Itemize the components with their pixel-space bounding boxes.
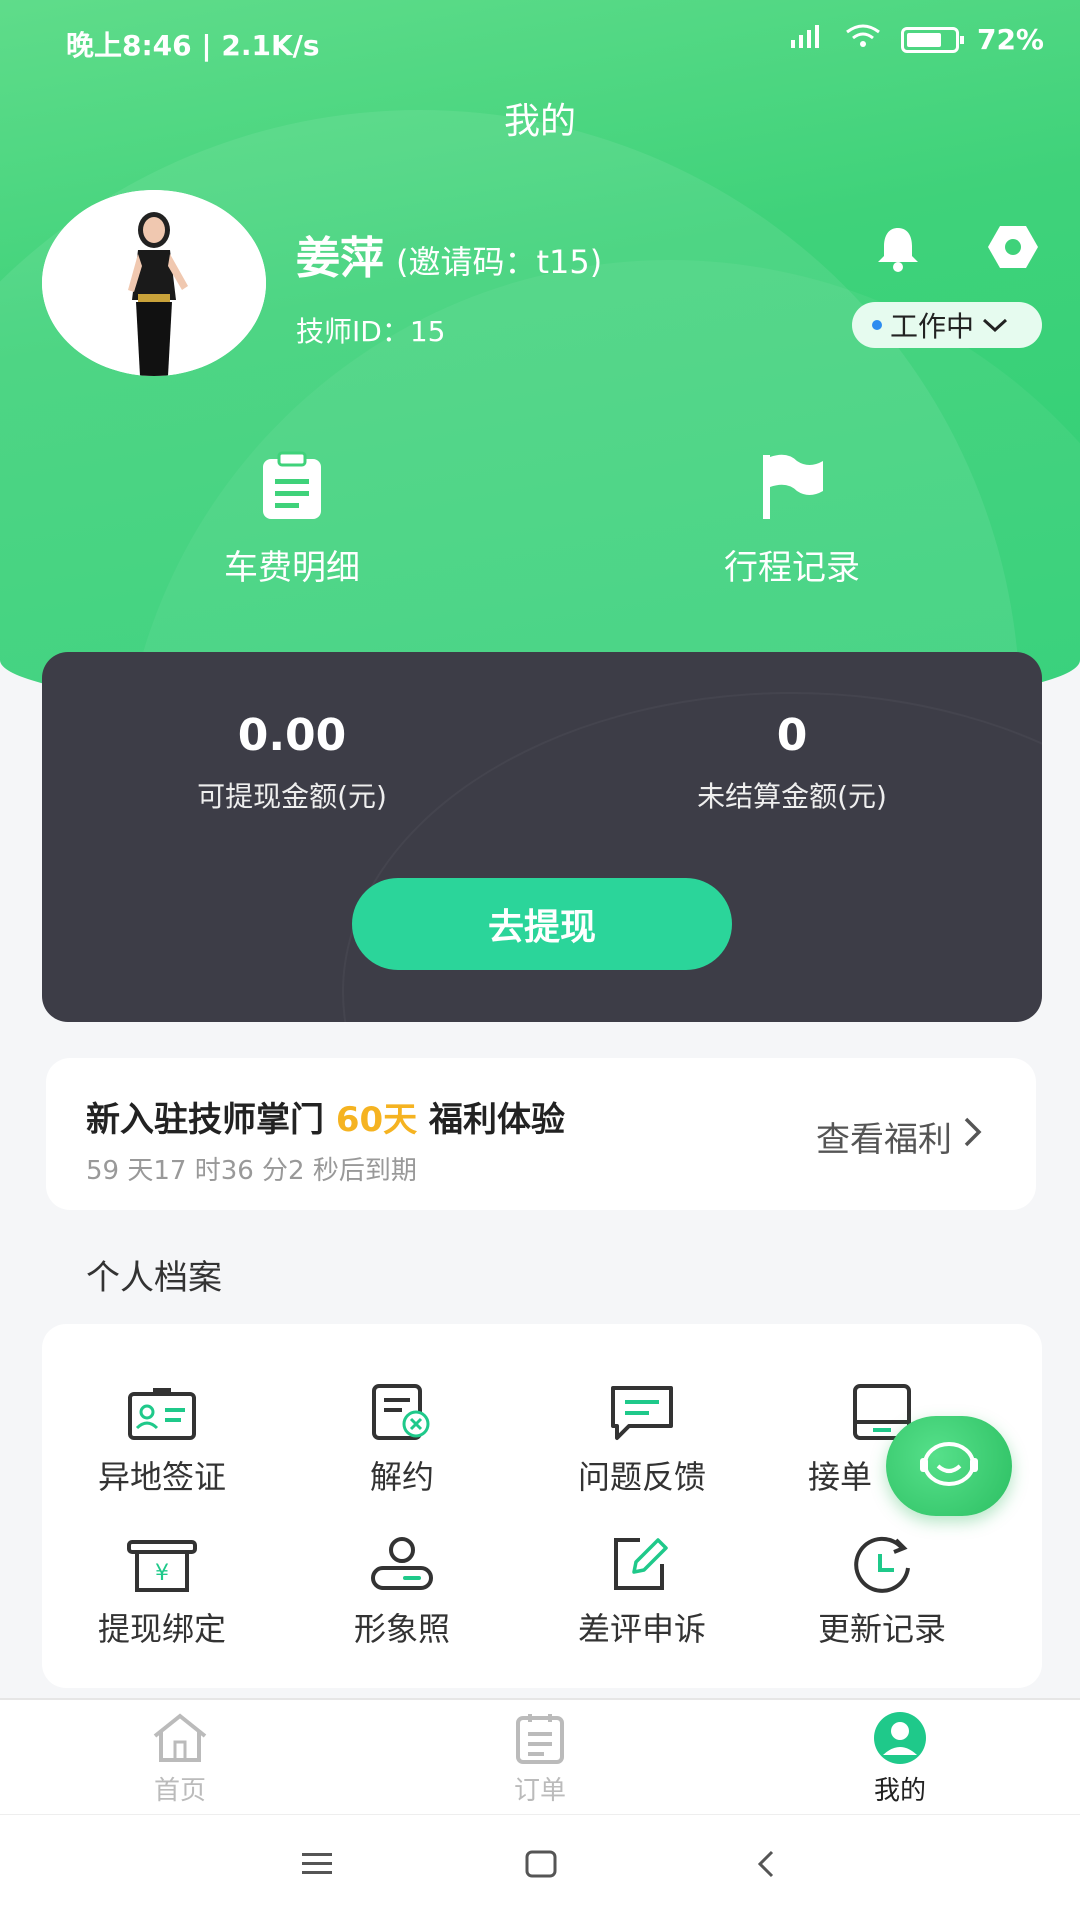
grid-item-label: 问题反馈 xyxy=(577,1458,706,1496)
orders-icon xyxy=(440,1710,640,1766)
tech-id: 技师ID：15 xyxy=(296,315,446,348)
withdrawable-value: 0.00 xyxy=(237,710,347,761)
grid-item-review-appeal[interactable]: 差评申诉 xyxy=(522,1530,762,1650)
svg-text:¥: ¥ xyxy=(155,1561,169,1586)
back-icon[interactable] xyxy=(754,1849,778,1883)
section-title-archive: 个人档案 xyxy=(86,1258,222,1298)
avatar[interactable] xyxy=(42,190,266,376)
wifi-icon xyxy=(843,22,883,57)
promo-title: 新入驻技师掌门 60天 福利体验 xyxy=(86,1092,565,1141)
promo-card[interactable]: 新入驻技师掌门 60天 福利体验 59 天17 时36 分2 秒后到期 查看福利 xyxy=(46,1058,1036,1210)
quick-link-label: 行程记录 xyxy=(724,548,860,588)
home-icon xyxy=(80,1710,280,1766)
tab-label: 首页 xyxy=(153,1776,206,1806)
grid-item-label: 解约 xyxy=(369,1458,434,1496)
id-card-icon xyxy=(42,1378,282,1442)
tab-home[interactable]: 首页 xyxy=(80,1710,280,1807)
signal-icon xyxy=(785,22,825,57)
user-toggle-icon xyxy=(282,1530,522,1594)
chevron-right-icon xyxy=(962,1115,984,1158)
status-dot xyxy=(872,320,882,330)
bell-icon[interactable] xyxy=(872,222,924,278)
wallet-card: 0.00 可提现金额(元) 0 未结算金额(元) 去提现 xyxy=(42,652,1042,1022)
unsettled-amount: 0 未结算金额(元) xyxy=(592,710,992,815)
user-name: 姜萍 xyxy=(296,233,384,284)
profile-name: 姜萍 (邀请码：t15) xyxy=(296,222,602,286)
profile-icon xyxy=(800,1710,1000,1766)
grid-item-feedback[interactable]: 问题反馈 xyxy=(522,1378,762,1498)
bottom-tab-bar: 首页 订单 我的 xyxy=(0,1698,1080,1814)
view-benefits-link[interactable]: 查看福利 xyxy=(816,1112,984,1161)
tab-label: 订单 xyxy=(513,1776,566,1806)
headset-icon xyxy=(916,1436,982,1496)
document-cancel-icon xyxy=(282,1378,522,1442)
status-time: 晚上8:46 | 2.1K/s xyxy=(66,29,320,62)
clock-refresh-icon xyxy=(762,1530,1002,1594)
promo-title-prefix: 新入驻技师掌门 xyxy=(86,1100,336,1140)
tab-profile[interactable]: 我的 xyxy=(800,1710,1000,1807)
tab-label: 我的 xyxy=(873,1776,926,1806)
grid-item-label: 异地签证 xyxy=(97,1458,226,1496)
quick-link-fare-details[interactable]: 车费明细 xyxy=(142,448,442,589)
promo-title-suffix: 福利体验 xyxy=(417,1100,566,1140)
quick-link-trip-records[interactable]: 行程记录 xyxy=(642,448,942,589)
customer-service-button[interactable] xyxy=(886,1416,1012,1516)
archive-grid: 异地签证 解约 问题反馈 接单 ¥ 提现绑定 形象照 差评申诉 更新记录 xyxy=(42,1324,1042,1688)
edit-icon xyxy=(522,1530,762,1594)
menu-icon[interactable] xyxy=(300,1849,334,1883)
invite-code: (邀请码：t15) xyxy=(396,243,603,281)
grid-item-label: 提现绑定 xyxy=(97,1610,226,1648)
unsettled-label: 未结算金额(元) xyxy=(697,780,887,813)
cash-register-icon: ¥ xyxy=(42,1530,282,1594)
promo-title-highlight: 60天 xyxy=(335,1100,418,1140)
unsettled-value: 0 xyxy=(776,710,808,761)
chevron-down-icon xyxy=(980,309,1010,342)
grid-item-remote-visa[interactable]: 异地签证 xyxy=(42,1378,282,1498)
promo-countdown: 59 天17 时36 分2 秒后到期 xyxy=(86,1156,417,1186)
grid-item-update-log[interactable]: 更新记录 xyxy=(762,1530,1002,1650)
battery-icon xyxy=(900,26,964,53)
status-bar: 晚上8:46 | 2.1K/s 72% xyxy=(0,0,1080,80)
grid-item-profile-photo[interactable]: 形象照 xyxy=(282,1530,522,1650)
work-status-label: 工作中 xyxy=(890,310,975,343)
work-status-dropdown[interactable]: 工作中 xyxy=(852,302,1042,348)
chat-bubble-icon xyxy=(522,1378,762,1442)
gear-icon[interactable] xyxy=(986,222,1040,276)
home-square-icon[interactable] xyxy=(524,1849,558,1883)
system-nav-bar xyxy=(0,1814,1080,1920)
grid-item-label: 形象照 xyxy=(353,1610,450,1648)
tab-orders[interactable]: 订单 xyxy=(440,1710,640,1807)
withdrawable-amount: 0.00 可提现金额(元) xyxy=(92,710,492,815)
withdraw-button[interactable]: 去提现 xyxy=(352,878,732,970)
grid-item-label: 差评申诉 xyxy=(577,1610,706,1648)
view-benefits-label: 查看福利 xyxy=(816,1120,952,1160)
withdrawable-label: 可提现金额(元) xyxy=(197,780,387,813)
grid-item-label: 更新记录 xyxy=(817,1610,946,1648)
grid-item-withdraw-binding[interactable]: ¥ 提现绑定 xyxy=(42,1530,282,1650)
battery-level: 72% xyxy=(976,23,1044,56)
page-title: 我的 xyxy=(503,101,576,142)
flag-icon xyxy=(642,448,942,524)
clipboard-icon xyxy=(142,448,442,524)
quick-link-label: 车费明细 xyxy=(224,548,360,588)
grid-item-terminate-contract[interactable]: 解约 xyxy=(282,1378,522,1498)
